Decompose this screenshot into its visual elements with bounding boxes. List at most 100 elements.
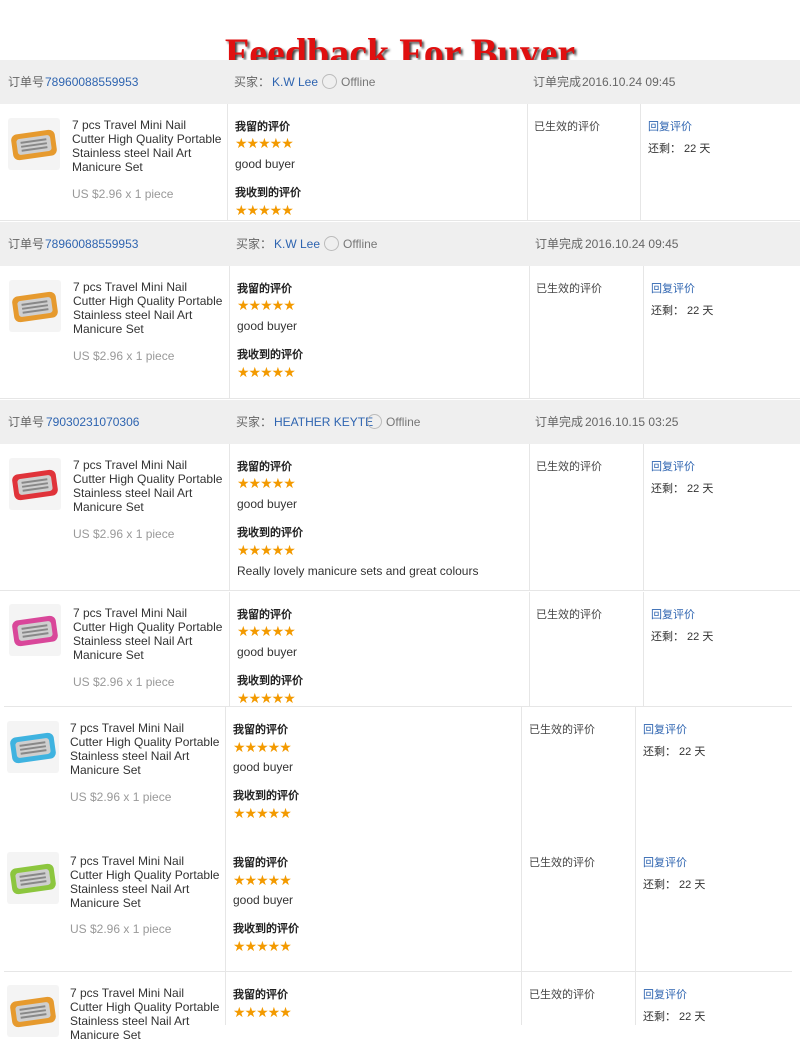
order-item-row: 7 pcs Travel Mini Nail Cutter High Quali… [0,104,800,221]
reply-feedback-link[interactable]: 回复评价 [643,721,687,737]
product-thumbnail[interactable] [9,604,61,656]
received-feedback-stars: ★★★★★ [233,938,292,954]
order-done-time: 2016.10.24 09:45 [585,237,679,251]
reply-feedback-link[interactable]: 回复评价 [643,854,687,870]
received-feedback-title: 我收到的评价 [237,674,303,687]
buyer-label: 买家： [236,237,273,251]
order-item-row: 7 pcs Travel Mini Nail Cutter High Quali… [0,444,800,591]
order-item-row: 7 pcs Travel Mini Nail Cutter High Quali… [0,266,800,399]
order-item-row: 7 pcs Travel Mini Nail Cutter High Quali… [4,972,792,1042]
order-done-label: 订单完成 [535,415,584,429]
received-feedback-stars: ★★★★★ [237,690,296,706]
product-name-link[interactable]: 7 pcs Travel Mini Nail Cutter High Quali… [73,280,223,336]
received-feedback-title: 我收到的评价 [233,789,299,802]
order-header: 订单号 79030231070306 买家： HEATHER KEYTE Off… [0,400,800,444]
left-feedback-title: 我留的评价 [237,460,292,473]
buyer-status: Offline [341,75,376,89]
product-thumbnail[interactable] [7,985,59,1037]
buyer-label: 买家： [236,415,273,429]
product-thumbnail[interactable] [9,280,61,332]
days-remaining: 还剩： 22 天 [643,879,706,891]
received-feedback-stars: ★★★★★ [235,202,294,218]
left-feedback-stars: ★★★★★ [233,1004,292,1020]
product-name-link[interactable]: 7 pcs Travel Mini Nail Cutter High Quali… [72,118,222,174]
received-feedback-title: 我收到的评价 [235,186,301,199]
left-feedback-text: good buyer [235,157,296,171]
manicure-case-image [11,615,59,647]
order-done-time: 2016.10.15 03:25 [585,415,679,429]
reply-feedback-link[interactable]: 回复评价 [651,458,695,474]
left-feedback-title: 我留的评价 [237,282,292,295]
buyer-status: Offline [386,415,421,429]
order-done-time: 2016.10.24 09:45 [582,75,676,89]
product-thumbnail[interactable] [9,458,61,510]
left-feedback-stars: ★★★★★ [233,739,292,755]
buyer-status: Offline [343,237,378,251]
chat-status-icon[interactable] [324,236,339,252]
received-feedback-text: Really lovely manicure sets and great co… [237,564,479,578]
product-name-link[interactable]: 7 pcs Travel Mini Nail Cutter High Quali… [73,458,223,514]
order-number-link[interactable]: 78960088559953 [45,222,138,266]
left-feedback-text: good buyer [233,760,294,774]
left-feedback-text: good buyer [237,319,298,333]
product-thumbnail[interactable] [7,721,59,773]
left-feedback-stars: ★★★★★ [237,475,296,491]
left-feedback-title: 我留的评价 [233,723,288,736]
chat-status-icon[interactable] [367,414,382,430]
received-feedback-title: 我收到的评价 [237,348,303,361]
effective-feedback-label: 已生效的评价 [529,989,595,1001]
order-number-link[interactable]: 79030231070306 [46,400,139,444]
left-feedback-title: 我留的评价 [237,608,292,621]
product-thumbnail[interactable] [8,118,60,170]
left-feedback-stars: ★★★★★ [235,135,294,151]
order-item-row: 7 pcs Travel Mini Nail Cutter High Quali… [0,592,800,706]
product-price: US $2.96 x 1 piece [73,349,175,363]
received-feedback-stars: ★★★★★ [237,542,296,558]
effective-feedback-label: 已生效的评价 [536,283,602,295]
order-number-link[interactable]: 78960088559953 [45,60,138,104]
product-thumbnail[interactable] [7,852,59,904]
received-feedback-stars: ★★★★★ [237,364,296,380]
manicure-case-image [11,469,59,501]
product-name-link[interactable]: 7 pcs Travel Mini Nail Cutter High Quali… [70,721,220,777]
left-feedback-title: 我留的评价 [235,120,290,133]
effective-feedback-label: 已生效的评价 [529,724,595,736]
product-name-link[interactable]: 7 pcs Travel Mini Nail Cutter High Quali… [70,986,220,1042]
effective-feedback-label: 已生效的评价 [529,857,595,869]
received-feedback-stars: ★★★★★ [233,805,292,821]
left-feedback-title: 我留的评价 [233,988,288,1001]
order-done-label: 订单完成 [535,237,584,251]
days-remaining: 还剩： 22 天 [643,746,706,758]
order-done-label: 订单完成 [533,75,582,89]
left-feedback-text: good buyer [237,645,298,659]
chat-status-icon[interactable] [322,74,337,90]
buyer-name-link[interactable]: HEATHER KEYTE [274,400,373,444]
received-feedback-title: 我收到的评价 [233,922,299,935]
product-price: US $2.96 x 1 piece [73,527,175,541]
effective-feedback-label: 已生效的评价 [536,461,602,473]
buyer-name-link[interactable]: K.W Lee [272,60,318,104]
order-header: 订单号 78960088559953 买家： K.W Lee Offline 订… [0,60,800,104]
reply-feedback-link[interactable]: 回复评价 [651,606,695,622]
product-price: US $2.96 x 1 piece [70,790,172,804]
manicure-case-image [11,291,59,323]
page-title: Feedback For Buyer [224,30,576,64]
reply-feedback-link[interactable]: 回复评价 [648,118,692,134]
product-price: US $2.96 x 1 piece [73,675,175,689]
manicure-case-image [9,996,57,1028]
product-name-link[interactable]: 7 pcs Travel Mini Nail Cutter High Quali… [73,606,223,662]
order-no-label: 订单号 [8,75,45,89]
days-remaining: 还剩： 22 天 [648,143,711,155]
product-price: US $2.96 x 1 piece [70,922,172,936]
order-no-label: 订单号 [8,415,45,429]
reply-feedback-link[interactable]: 回复评价 [651,280,695,296]
days-remaining: 还剩： 22 天 [651,631,714,643]
order-item-row: 7 pcs Travel Mini Nail Cutter High Quali… [4,840,792,972]
reply-feedback-link[interactable]: 回复评价 [643,986,687,1002]
order-no-label: 订单号 [8,237,45,251]
buyer-name-link[interactable]: K.W Lee [274,222,320,266]
manicure-case-image [9,732,57,764]
product-name-link[interactable]: 7 pcs Travel Mini Nail Cutter High Quali… [70,854,220,910]
manicure-case-image [10,129,58,161]
manicure-case-image [9,863,57,895]
